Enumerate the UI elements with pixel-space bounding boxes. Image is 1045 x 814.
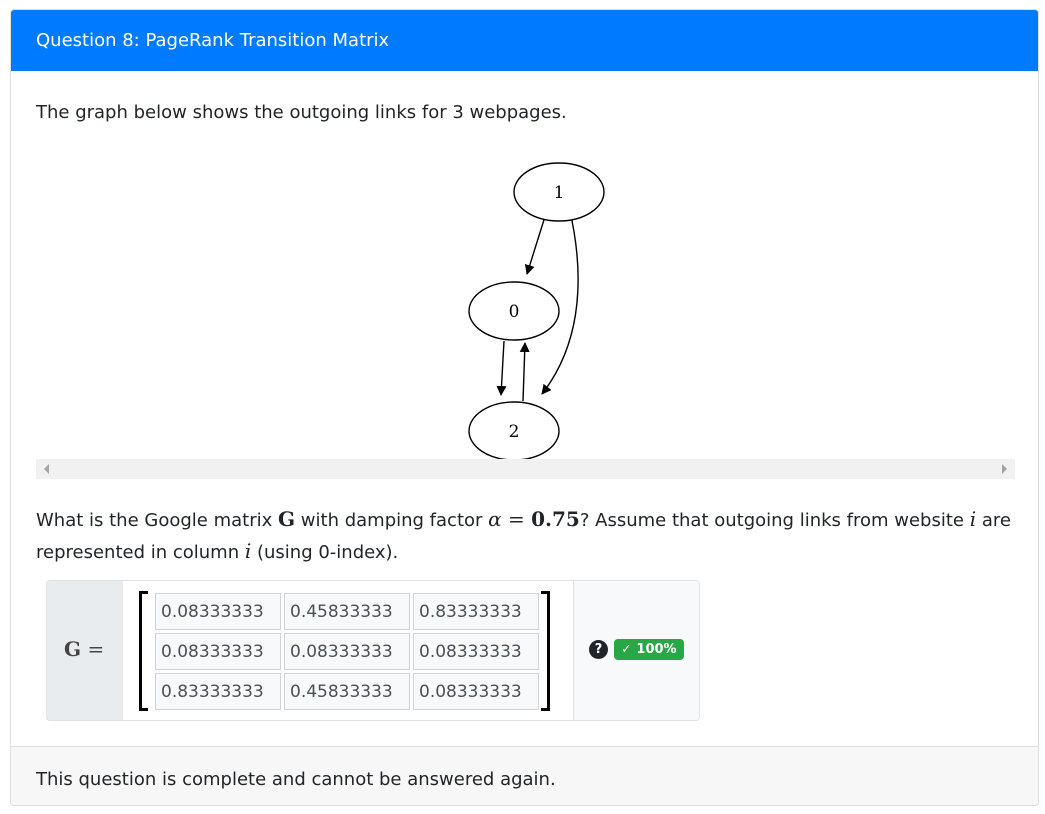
completion-message: This question is complete and cannot be … bbox=[36, 769, 556, 790]
matrix-label: G = bbox=[64, 637, 105, 661]
edge-0-to-2 bbox=[496, 340, 507, 396]
matrix-cell-1-0[interactable] bbox=[155, 633, 281, 670]
question-text: What is the Google matrix G with damping… bbox=[36, 507, 1011, 563]
matrix-answer-group: G = ? ✓ 100% bbox=[46, 580, 700, 721]
question-title: Question 8: PageRank Transition Matrix bbox=[36, 30, 390, 51]
right-bracket bbox=[541, 591, 550, 711]
card-footer: This question is complete and cannot be … bbox=[11, 746, 1038, 805]
matrix-symbol: G bbox=[277, 507, 296, 531]
matrix-cell-0-0[interactable] bbox=[155, 593, 281, 630]
link-graph: 1 0 2 bbox=[468, 162, 605, 460]
matrix-cell-0-1[interactable] bbox=[284, 593, 410, 630]
scroll-right-arrow-icon[interactable] bbox=[1002, 464, 1007, 474]
matrix-cell-1-1[interactable] bbox=[284, 633, 410, 670]
matrix-cell-0-2[interactable] bbox=[413, 593, 539, 630]
graph-node-0: 0 bbox=[468, 281, 560, 341]
edge-2-to-0 bbox=[519, 342, 530, 402]
matrix-prefix: G = bbox=[47, 581, 124, 720]
node-label-1: 1 bbox=[554, 183, 565, 203]
card-header: Question 8: PageRank Transition Matrix bbox=[11, 10, 1038, 71]
matrix-cell-2-2[interactable] bbox=[413, 673, 539, 710]
horizontal-scrollbar[interactable] bbox=[36, 459, 1015, 479]
graph-node-1: 1 bbox=[513, 162, 605, 222]
matrix-suffix: ? ✓ 100% bbox=[573, 581, 699, 720]
matrix-cell-2-0[interactable] bbox=[155, 673, 281, 710]
node-label-2: 2 bbox=[509, 422, 520, 442]
alpha-value: 0.75 bbox=[531, 507, 580, 531]
score-badge: ✓ 100% bbox=[614, 639, 684, 660]
graph-node-2: 2 bbox=[468, 401, 560, 460]
left-bracket bbox=[139, 591, 148, 711]
question-card: Question 8: PageRank Transition Matrix T… bbox=[10, 9, 1039, 806]
scroll-left-arrow-icon[interactable] bbox=[44, 464, 49, 474]
intro-text: The graph below shows the outgoing links… bbox=[36, 102, 567, 123]
alpha-symbol: α bbox=[488, 507, 502, 531]
matrix-cell-1-2[interactable] bbox=[413, 633, 539, 670]
node-label-0: 0 bbox=[509, 302, 520, 322]
question-circle-icon[interactable]: ? bbox=[589, 640, 608, 659]
matrix-input-area bbox=[123, 581, 573, 720]
matrix-cell-2-1[interactable] bbox=[284, 673, 410, 710]
